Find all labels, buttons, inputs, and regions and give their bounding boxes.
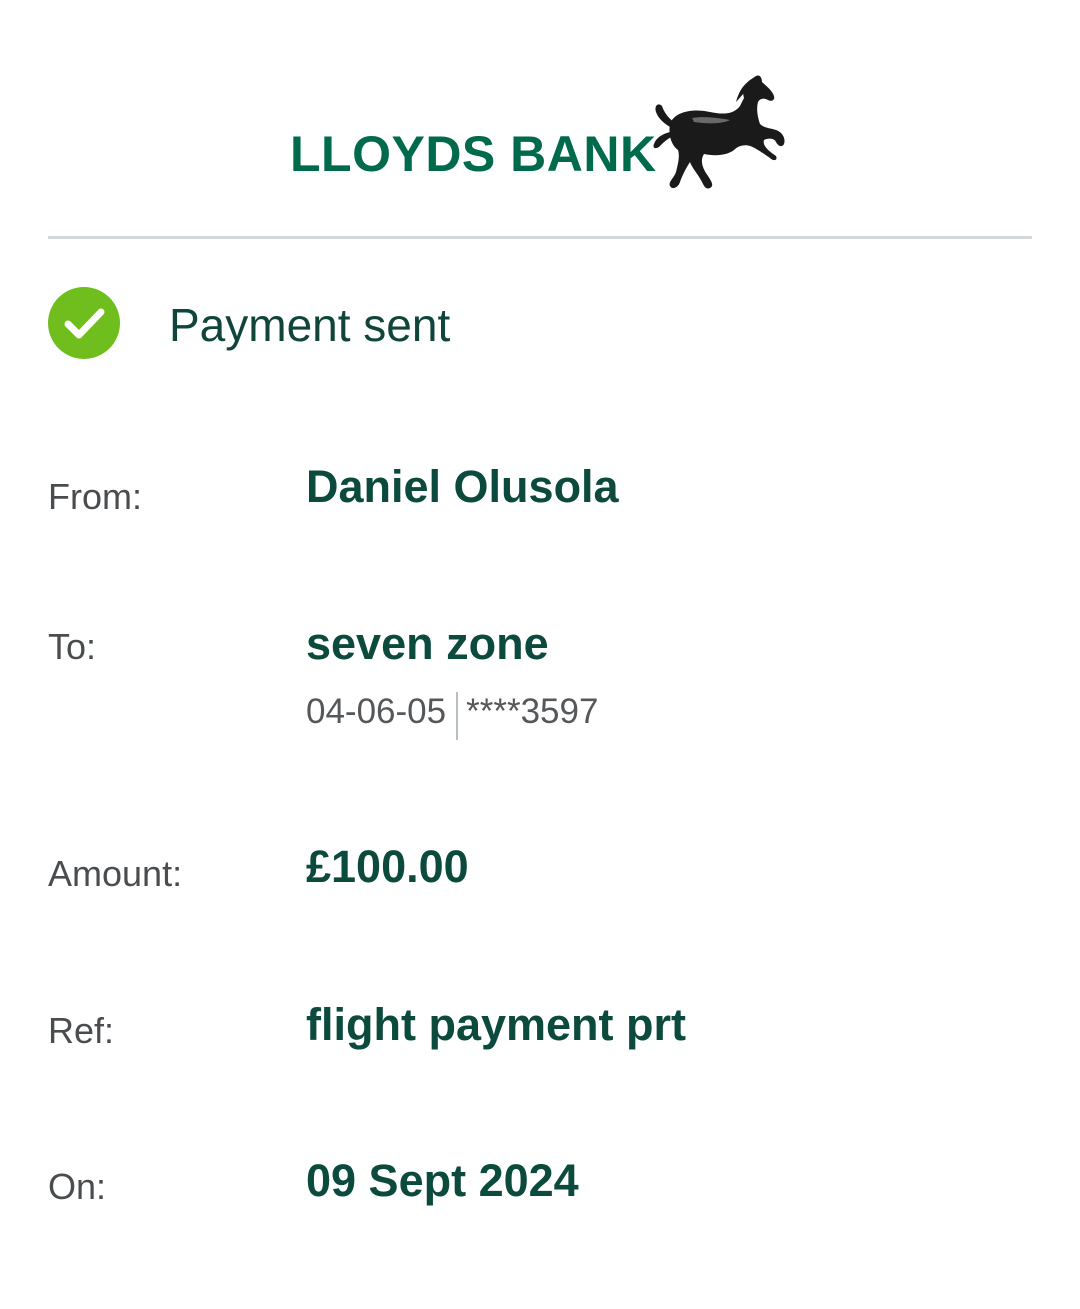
date-value: 09 Sept 2024 (306, 1155, 579, 1206)
brand-name: LLOYDS BANK (290, 126, 657, 182)
from-label: From: (48, 476, 142, 517)
from-value: Daniel Olusola (306, 461, 619, 512)
amount-value: £100.00 (306, 841, 469, 892)
app-header: LLOYDS BANK (0, 0, 1080, 238)
sort-code: 04-06-05 (306, 692, 447, 731)
account-separator (456, 692, 459, 740)
account-number: ****3597 (466, 692, 599, 731)
account-details: 04-06-05 ****3597 (306, 688, 598, 742)
ref-label: Ref: (48, 1010, 115, 1051)
date-label: On: (48, 1166, 107, 1207)
header-divider (48, 236, 1032, 239)
to-value: seven zone (306, 618, 549, 669)
black-horse-icon (653, 75, 785, 189)
ref-value: flight payment prt (306, 999, 686, 1050)
check-circle-icon (48, 287, 120, 359)
to-label: To: (48, 626, 97, 667)
status-title: Payment sent (169, 299, 451, 351)
amount-label: Amount: (48, 853, 183, 894)
